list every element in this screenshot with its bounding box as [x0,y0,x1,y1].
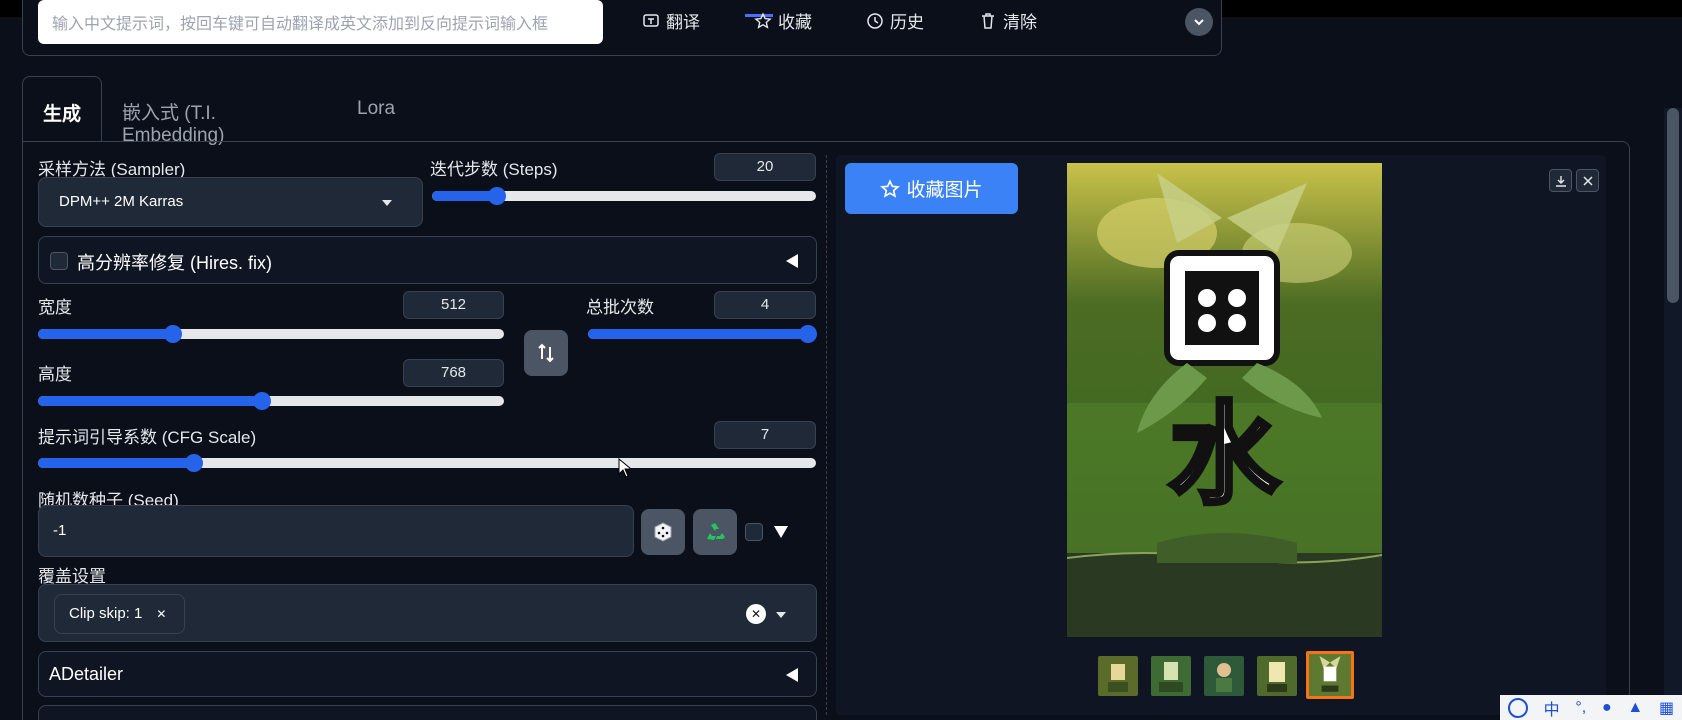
tab-generate[interactable]: 生成 [22,76,102,142]
cfg-slider[interactable] [38,454,816,472]
seed-input[interactable]: -1 [38,505,634,557]
slider-fill [38,396,262,406]
cfg-number-input[interactable]: 7 [714,421,816,449]
star-icon [880,178,901,198]
override-settings-select[interactable]: Clip skip: 1 ✕ ✕ [38,584,817,642]
star-icon [754,11,772,29]
favorite-button[interactable]: 收藏 [754,8,812,33]
close-image-button[interactable] [1576,169,1599,192]
slider-thumb[interactable] [184,454,203,472]
ime-mode-toggle[interactable]: 中 [1544,696,1560,720]
chinese-prompt-input[interactable]: 输入中文提示词，按回车键可自动翻译成英文添加到反向提示词输入框 [38,0,603,44]
image-glyph: 水 [1169,391,1280,519]
microphone-icon[interactable]: ● [1602,699,1612,717]
recycle-icon [707,523,725,540]
ime-logo-icon[interactable] [1507,697,1528,718]
tab-embedding[interactable]: 嵌入式 (T.I. Embedding) [122,76,224,146]
height-slider[interactable] [38,392,504,410]
caret-down-icon[interactable] [776,612,786,618]
history-button[interactable]: 历史 [866,8,924,33]
height-label: 高度 [38,365,72,384]
sampler-value: DPM++ 2M Karras [59,193,184,210]
punctuation-icon[interactable]: °, [1575,699,1586,717]
chip-label: Clip skip: 1 [69,605,143,622]
apps-icon[interactable]: ▦ [1659,698,1674,718]
close-icon [1582,175,1593,186]
reuse-seed-button[interactable] [693,509,737,555]
override-chip: Clip skip: 1 ✕ [54,594,186,634]
hires-fix-checkbox[interactable] [50,252,68,270]
thumbnail-art [1309,654,1351,696]
steps-number-input[interactable]: 20 [714,153,816,181]
extra-seed-checkbox[interactable] [745,523,763,541]
generated-image[interactable]: 水 [1067,163,1382,637]
thumbnail-art [1151,656,1191,696]
triangle-left-icon [786,668,798,682]
translate-label: 翻译 [666,13,700,32]
translate-icon [643,13,659,27]
width-number-input[interactable]: 512 [403,291,504,319]
slider-fill [588,329,808,339]
slider-thumb[interactable] [799,325,817,343]
height-number-input[interactable]: 768 [403,359,504,387]
clear-all-icon[interactable]: ✕ [746,604,766,624]
cfg-label: 提示词引导系数 (CFG Scale) [38,428,257,447]
triangle-down-icon[interactable] [774,526,788,538]
user-icon[interactable]: ▲ [1627,699,1643,717]
tab-lora[interactable]: Lora [357,76,395,142]
slider-thumb[interactable] [252,392,271,410]
thumbnail-art [1204,656,1244,696]
adetailer-label: ADetailer [49,664,124,684]
swap-arrows-icon [538,343,554,363]
download-button[interactable] [1549,169,1572,192]
clear-button[interactable]: 清除 [979,8,1037,33]
swap-dimensions-button[interactable] [524,330,568,376]
translate-button[interactable]: 翻译 [642,8,700,33]
favorite-image-label: 收藏图片 [906,180,983,201]
width-label: 宽度 [38,298,72,317]
favorite-image-button[interactable]: 收藏图片 [845,163,1018,214]
thumbnail-art [1257,656,1297,696]
gallery-thumbnail[interactable] [1151,656,1191,696]
batch-count-label: 总批次数 [586,298,654,317]
history-label: 历史 [890,13,924,32]
batch-count-slider[interactable] [588,325,817,343]
page-scrollbar[interactable] [1664,108,1682,720]
sampler-select[interactable]: DPM++ 2M Karras [38,177,423,227]
gallery-thumbnail[interactable] [1204,656,1244,696]
batch-count-number-input[interactable]: 4 [714,291,816,319]
slider-fill [38,329,174,339]
width-slider[interactable] [38,325,504,343]
adetailer-accordion[interactable]: ADetailer [38,651,817,697]
column-divider [826,155,827,715]
clock-icon [867,12,883,29]
chevron-down-icon [1194,19,1204,26]
ime-toolbar: 中 °, ● ▲ ▦ [1500,695,1682,720]
caret-down-icon [382,200,392,206]
gallery-thumbnail-selected[interactable] [1306,651,1354,699]
thumbnail-art [1098,656,1138,696]
dice-icon [654,522,672,542]
clear-label: 清除 [1003,13,1037,32]
hires-fix-label: 高分辨率修复 (Hires. fix) [77,253,272,273]
random-seed-button[interactable] [641,509,685,555]
steps-slider[interactable] [432,187,816,205]
trash-icon [982,12,994,29]
slider-thumb[interactable] [164,325,183,343]
gallery-thumbnail[interactable] [1257,656,1297,696]
collapse-button[interactable] [1185,8,1213,36]
hires-fix-accordion[interactable]: 高分辨率修复 (Hires. fix) [38,236,817,284]
favorite-label: 收藏 [778,13,812,32]
scrollbar-thumb[interactable] [1667,108,1679,303]
triangle-left-icon [786,254,798,268]
chip-remove-icon[interactable]: ✕ [152,605,170,623]
generated-image-art: 水 [1067,163,1382,637]
download-icon [1555,175,1566,187]
mouse-cursor-icon [618,458,632,478]
slider-fill [38,458,194,468]
next-accordion[interactable] [38,705,817,720]
steps-label: 迭代步数 (Steps) [430,160,558,179]
gallery-thumbnail[interactable] [1098,656,1138,696]
